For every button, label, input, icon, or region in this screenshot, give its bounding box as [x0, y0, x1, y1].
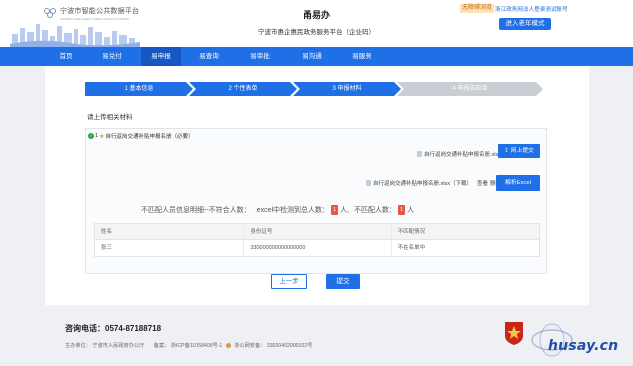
mismatch-detail-label: 不匹配人员信息明细--不符合人数：: [141, 207, 251, 214]
main-panel: 1 基本信息 2 个性表单 3 申报材料 4 申报告知单 请上传相关材料 ✓ 1…: [45, 66, 589, 305]
file-icon: [416, 151, 422, 157]
column-header-name: 姓名: [95, 224, 245, 239]
column-header-status: 不匹配情况: [397, 229, 426, 235]
nav-item-payment[interactable]: 易兑付: [90, 47, 134, 66]
cell-id-number: 330000000000000000: [244, 240, 392, 256]
nav-item-query[interactable]: 易查询: [187, 47, 231, 66]
police-number[interactable]: 33020402000102号: [267, 343, 313, 349]
step-custom-form: 2 个性表单: [189, 82, 297, 96]
sponsor: 宁波市人民政府办公厅: [92, 343, 145, 349]
material-header: ✓ 1 ★ 自行返岗交通补贴申报名册（必要）: [88, 132, 193, 140]
uploaded-file-row: 自行返岗交通补贴申报名册.xlsx（下载） 查看 删除: [365, 179, 501, 187]
parse-excel-button[interactable]: 解析Excel: [496, 175, 540, 191]
cell-mismatch-status: 不在名单中: [397, 245, 426, 251]
previous-step-button[interactable]: 上一步: [271, 274, 307, 289]
cell-name: 张三: [95, 240, 245, 256]
page-footer: 咨询电话：0574-87188718 主办单位： 宁波市人民政府办公厅 备案： …: [0, 312, 633, 366]
material-name: 自行返岗交通补贴申报名册（必要）: [105, 134, 194, 140]
nav-item-home[interactable]: 首页: [46, 47, 86, 66]
login-account-link[interactable]: 浙江政务网法人登录测试账号: [495, 5, 568, 13]
star-icon: ★: [99, 133, 105, 140]
elder-mode-button[interactable]: 进入老年模式: [499, 18, 551, 30]
police-badge-icon: [225, 343, 231, 349]
mismatch-unit: 人: [407, 207, 415, 214]
police-label: 浙公网安备：: [234, 343, 266, 349]
online-upload-button[interactable]: ⇪ 网上提交: [498, 144, 540, 158]
step-notice: 4 申报告知单: [397, 82, 543, 96]
file-icon: [365, 180, 371, 186]
total-count-badge: 1: [331, 205, 339, 215]
table-header-row: 姓名 身份证号 不匹配情况: [95, 224, 539, 240]
table-row: 张三 330000000000000000 不在名单中: [95, 240, 539, 256]
submit-button[interactable]: 提交: [326, 274, 360, 289]
total-unit: 人,: [340, 207, 350, 214]
upload-icon: ⇪: [504, 148, 510, 154]
nav-item-approval[interactable]: 易审批: [238, 47, 282, 66]
total-label: excel中检测到总人数：: [256, 207, 330, 214]
upload-panel: ✓ 1 ★ 自行返岗交通补贴申报名册（必要） 自行返岗交通补贴申报名册.xlsx…: [85, 128, 547, 274]
mismatch-summary: 不匹配人员信息明细--不符合人数： excel中检测到总人数： 1 人, 不匹配…: [141, 205, 414, 215]
party-member-badge-icon[interactable]: [503, 320, 525, 346]
check-icon: ✓: [88, 133, 94, 139]
sponsor-label: 主办单位：: [65, 343, 91, 349]
template-file-row: 自行返岗交通补贴申报名册.xlsx: [416, 150, 501, 158]
column-header-id: 身份证号: [244, 224, 392, 239]
main-nav: 首页 易兑付 易申报 易查询 易审批 易沟通 易服务: [0, 47, 633, 66]
watermark-text: husay.cn: [548, 338, 619, 354]
view-link[interactable]: 查看: [477, 179, 488, 187]
hotline: 咨询电话：0574-87188718: [65, 324, 162, 333]
nav-item-apply[interactable]: 易申报: [141, 47, 181, 66]
material-index: 1: [95, 133, 99, 139]
mismatch-table: 姓名 身份证号 不匹配情况 张三 330000000000000000 不在名单…: [94, 223, 540, 257]
step-basic-info: 1 基本信息: [85, 82, 193, 96]
section-title: 请上传相关材料: [87, 114, 133, 121]
nav-item-communicate[interactable]: 易沟通: [290, 47, 334, 66]
mismatch-label: 不匹配人数：: [354, 207, 397, 214]
step-materials: 3 申报材料: [293, 82, 401, 96]
icp-label: 备案：: [153, 343, 170, 349]
template-file-link[interactable]: 自行返岗交通补贴申报名册.xlsx: [424, 150, 501, 158]
footer-info: 主办单位： 宁波市人民政府办公厅 备案： 浙ICP备11058409号-1 浙公…: [65, 342, 312, 349]
uploaded-file-link[interactable]: 自行返岗交通补贴申报名册.xlsx（下载）: [373, 179, 472, 187]
page-header: 宁波市智能公共数据平台 NINGBO INTELLIGENT PUBLIC DA…: [0, 0, 633, 47]
icp-number[interactable]: 浙ICP备11058409号-1: [171, 343, 223, 349]
mismatch-count-badge: 1: [398, 205, 406, 215]
nav-item-service[interactable]: 易服务: [340, 47, 384, 66]
barrier-free-button[interactable]: 无障碍浏览: [460, 4, 495, 13]
